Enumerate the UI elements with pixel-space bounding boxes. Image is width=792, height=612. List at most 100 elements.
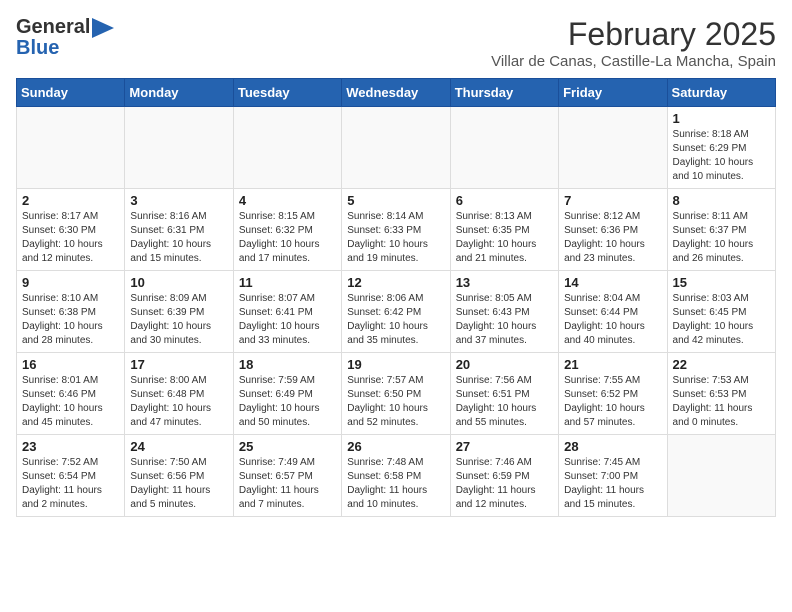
- calendar-cell: 25 Sunrise: 7:49 AM Sunset: 6:57 PM Dayli…: [233, 435, 341, 517]
- day-number: 17: [130, 357, 227, 372]
- day-info: Sunrise: 7:59 AM Sunset: 6:49 PM Dayligh…: [239, 374, 336, 430]
- day-info: Sunrise: 7:49 AM Sunset: 6:57 PM Dayligh…: [239, 456, 336, 512]
- calendar-cell: [233, 107, 341, 189]
- calendar-cell: 3 Sunrise: 8:16 AM Sunset: 6:31 PM Daylig…: [125, 189, 233, 271]
- calendar-cell: 8 Sunrise: 8:11 AM Sunset: 6:37 PM Daylig…: [667, 189, 775, 271]
- day-number: 26: [347, 439, 444, 454]
- calendar-cell: 2 Sunrise: 8:17 AM Sunset: 6:30 PM Daylig…: [17, 189, 125, 271]
- location: Villar de Canas, Castille-La Mancha, Spa…: [491, 53, 776, 70]
- day-info: Sunrise: 8:16 AM Sunset: 6:31 PM Dayligh…: [130, 210, 227, 266]
- day-info: Sunrise: 7:48 AM Sunset: 6:58 PM Dayligh…: [347, 456, 444, 512]
- calendar-cell: [667, 435, 775, 517]
- day-info: Sunrise: 8:14 AM Sunset: 6:33 PM Dayligh…: [347, 210, 444, 266]
- calendar-cell: 11 Sunrise: 8:07 AM Sunset: 6:41 PM Dayli…: [233, 271, 341, 353]
- calendar-week-row: 23Sunrise: 7:52 AM Sunset: 6:54 PM Dayli…: [17, 435, 776, 517]
- day-number: 21: [564, 357, 661, 372]
- day-info: Sunrise: 8:12 AM Sunset: 6:36 PM Dayligh…: [564, 210, 661, 266]
- day-number: 10: [130, 275, 227, 290]
- day-info: Sunrise: 8:06 AM Sunset: 6:42 PM Dayligh…: [347, 292, 444, 348]
- weekday-header: Monday: [125, 79, 233, 107]
- calendar-week-row: 2 Sunrise: 8:17 AM Sunset: 6:30 PM Daylig…: [17, 189, 776, 271]
- day-info: Sunrise: 8:05 AM Sunset: 6:43 PM Dayligh…: [456, 292, 553, 348]
- day-number: 8: [673, 193, 770, 208]
- month-title: February 2025: [491, 16, 776, 53]
- day-info: Sunrise: 8:04 AM Sunset: 6:44 PM Dayligh…: [564, 292, 661, 348]
- day-info: Sunrise: 7:53 AM Sunset: 6:53 PM Dayligh…: [673, 374, 770, 430]
- day-number: 28: [564, 439, 661, 454]
- calendar-cell: 14 Sunrise: 8:04 AM Sunset: 6:44 PM Dayli…: [559, 271, 667, 353]
- day-number: 9: [22, 275, 119, 290]
- weekday-header: Tuesday: [233, 79, 341, 107]
- day-number: 6: [456, 193, 553, 208]
- day-info: Sunrise: 7:45 AM Sunset: 7:00 PM Dayligh…: [564, 456, 661, 512]
- day-info: Sunrise: 8:00 AM Sunset: 6:48 PM Dayligh…: [130, 374, 227, 430]
- day-number: 7: [564, 193, 661, 208]
- title-area: February 2025 Villar de Canas, Castille-…: [491, 16, 776, 70]
- calendar-cell: 15Sunrise: 8:03 AM Sunset: 6:45 PM Dayli…: [667, 271, 775, 353]
- day-number: 3: [130, 193, 227, 208]
- calendar-cell: 1Sunrise: 8:18 AM Sunset: 6:29 PM Daylig…: [667, 107, 775, 189]
- day-number: 27: [456, 439, 553, 454]
- calendar-cell: 20 Sunrise: 7:56 AM Sunset: 6:51 PM Dayli…: [450, 353, 558, 435]
- calendar-cell: 23Sunrise: 7:52 AM Sunset: 6:54 PM Dayli…: [17, 435, 125, 517]
- logo-text-blue: Blue: [16, 37, 59, 60]
- logo-icon: [92, 18, 114, 38]
- calendar-cell: 19 Sunrise: 7:57 AM Sunset: 6:50 PM Dayli…: [342, 353, 450, 435]
- calendar-cell: 16 Sunrise: 8:01 AM Sunset: 6:46 PM Dayli…: [17, 353, 125, 435]
- calendar-cell: 12Sunrise: 8:06 AM Sunset: 6:42 PM Dayli…: [342, 271, 450, 353]
- day-info: Sunrise: 7:46 AM Sunset: 6:59 PM Dayligh…: [456, 456, 553, 512]
- day-number: 13: [456, 275, 553, 290]
- day-info: Sunrise: 8:01 AM Sunset: 6:46 PM Dayligh…: [22, 374, 119, 430]
- day-info: Sunrise: 8:07 AM Sunset: 6:41 PM Dayligh…: [239, 292, 336, 348]
- day-number: 24: [130, 439, 227, 454]
- calendar-cell: 7 Sunrise: 8:12 AM Sunset: 6:36 PM Daylig…: [559, 189, 667, 271]
- weekday-header: Sunday: [17, 79, 125, 107]
- page-header: General Blue February 2025 Villar de Can…: [16, 16, 776, 70]
- calendar-cell: [450, 107, 558, 189]
- calendar-cell: 5 Sunrise: 8:14 AM Sunset: 6:33 PM Daylig…: [342, 189, 450, 271]
- calendar-cell: 22Sunrise: 7:53 AM Sunset: 6:53 PM Dayli…: [667, 353, 775, 435]
- day-info: Sunrise: 8:18 AM Sunset: 6:29 PM Dayligh…: [673, 128, 770, 184]
- calendar-cell: 26 Sunrise: 7:48 AM Sunset: 6:58 PM Dayli…: [342, 435, 450, 517]
- day-number: 5: [347, 193, 444, 208]
- day-number: 19: [347, 357, 444, 372]
- day-info: Sunrise: 7:57 AM Sunset: 6:50 PM Dayligh…: [347, 374, 444, 430]
- weekday-header: Wednesday: [342, 79, 450, 107]
- day-info: Sunrise: 7:55 AM Sunset: 6:52 PM Dayligh…: [564, 374, 661, 430]
- calendar-cell: 24 Sunrise: 7:50 AM Sunset: 6:56 PM Dayli…: [125, 435, 233, 517]
- calendar-table: SundayMondayTuesdayWednesdayThursdayFrid…: [16, 78, 776, 517]
- calendar-week-row: 9 Sunrise: 8:10 AM Sunset: 6:38 PM Daylig…: [17, 271, 776, 353]
- day-info: Sunrise: 8:17 AM Sunset: 6:30 PM Dayligh…: [22, 210, 119, 266]
- calendar-cell: 17 Sunrise: 8:00 AM Sunset: 6:48 PM Dayli…: [125, 353, 233, 435]
- day-number: 11: [239, 275, 336, 290]
- day-info: Sunrise: 8:11 AM Sunset: 6:37 PM Dayligh…: [673, 210, 770, 266]
- day-info: Sunrise: 8:09 AM Sunset: 6:39 PM Dayligh…: [130, 292, 227, 348]
- day-info: Sunrise: 7:52 AM Sunset: 6:54 PM Dayligh…: [22, 456, 119, 512]
- calendar-cell: [559, 107, 667, 189]
- day-number: 15: [673, 275, 770, 290]
- calendar-cell: 18 Sunrise: 7:59 AM Sunset: 6:49 PM Dayli…: [233, 353, 341, 435]
- day-info: Sunrise: 7:50 AM Sunset: 6:56 PM Dayligh…: [130, 456, 227, 512]
- calendar-cell: 13 Sunrise: 8:05 AM Sunset: 6:43 PM Dayli…: [450, 271, 558, 353]
- day-number: 14: [564, 275, 661, 290]
- day-number: 18: [239, 357, 336, 372]
- day-number: 25: [239, 439, 336, 454]
- day-info: Sunrise: 8:10 AM Sunset: 6:38 PM Dayligh…: [22, 292, 119, 348]
- day-info: Sunrise: 7:56 AM Sunset: 6:51 PM Dayligh…: [456, 374, 553, 430]
- day-number: 20: [456, 357, 553, 372]
- calendar-cell: 28 Sunrise: 7:45 AM Sunset: 7:00 PM Dayli…: [559, 435, 667, 517]
- weekday-header: Saturday: [667, 79, 775, 107]
- calendar-cell: 4 Sunrise: 8:15 AM Sunset: 6:32 PM Daylig…: [233, 189, 341, 271]
- day-number: 16: [22, 357, 119, 372]
- calendar-week-row: 1Sunrise: 8:18 AM Sunset: 6:29 PM Daylig…: [17, 107, 776, 189]
- day-number: 4: [239, 193, 336, 208]
- day-number: 2: [22, 193, 119, 208]
- calendar-cell: 9 Sunrise: 8:10 AM Sunset: 6:38 PM Daylig…: [17, 271, 125, 353]
- logo-text-general: General: [16, 16, 90, 39]
- weekday-header: Thursday: [450, 79, 558, 107]
- day-info: Sunrise: 8:15 AM Sunset: 6:32 PM Dayligh…: [239, 210, 336, 266]
- calendar-week-row: 16 Sunrise: 8:01 AM Sunset: 6:46 PM Dayli…: [17, 353, 776, 435]
- weekday-header: Friday: [559, 79, 667, 107]
- calendar-header-row: SundayMondayTuesdayWednesdayThursdayFrid…: [17, 79, 776, 107]
- calendar-cell: [342, 107, 450, 189]
